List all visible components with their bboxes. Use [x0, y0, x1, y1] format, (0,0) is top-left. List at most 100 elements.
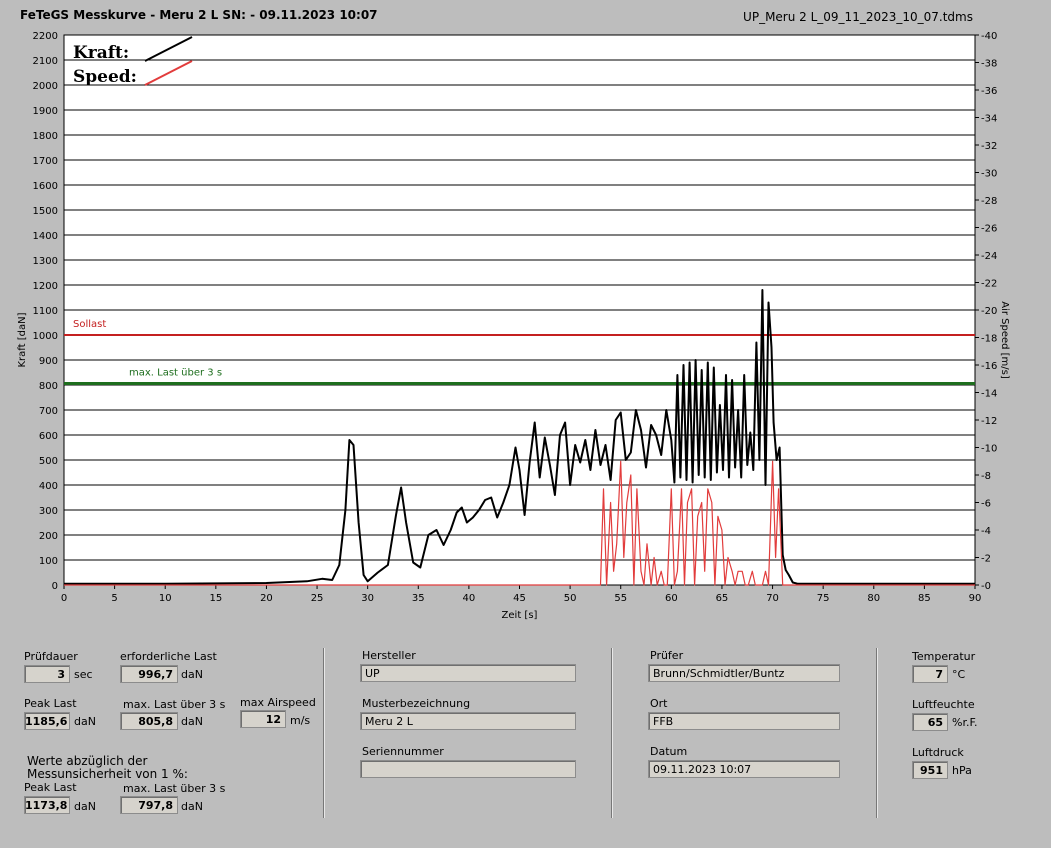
- y2-tick-label: -20: [981, 306, 997, 317]
- y2-tick-label: -2: [981, 554, 991, 565]
- y-tick-label: 900: [39, 356, 58, 367]
- datum-label: Datum: [650, 745, 688, 758]
- x-tick-label: 50: [564, 593, 577, 604]
- y-tick-label: 300: [39, 506, 58, 517]
- y2-tick-label: -34: [981, 114, 997, 125]
- y-tick-label: 700: [39, 406, 58, 417]
- max-last-corr-unit: daN: [181, 800, 203, 813]
- peak-last-corr-unit: daN: [74, 800, 96, 813]
- x-tick-label: 10: [159, 593, 172, 604]
- werte-note-line1: Werte abzüglich der: [27, 754, 148, 768]
- y2-tick-label: -22: [981, 279, 997, 290]
- y2-tick-label: -38: [981, 59, 997, 70]
- x-tick-label: 0: [61, 593, 67, 604]
- x-tick-label: 60: [665, 593, 678, 604]
- x-tick-label: 85: [918, 593, 931, 604]
- y2-tick-label: -28: [981, 196, 997, 207]
- pruefdauer-label: Prüfdauer: [24, 650, 78, 663]
- y-tick-label: 1600: [33, 181, 58, 192]
- panel-separator: [323, 648, 324, 818]
- x-tick-label: 25: [311, 593, 324, 604]
- measurement-chart: 0100200300400500600700800900100011001200…: [17, 31, 1010, 621]
- erf-last-label: erforderliche Last: [120, 650, 217, 663]
- max-airspeed-value: 12: [240, 710, 286, 728]
- y-tick-label: 1000: [33, 331, 58, 342]
- hersteller-label: Hersteller: [362, 649, 416, 662]
- y-axis-label: Kraft [daN]: [17, 312, 28, 367]
- x-tick-label: 20: [260, 593, 273, 604]
- erf-last-value: 996,7: [120, 665, 178, 683]
- y2-tick-label: -0: [981, 581, 991, 592]
- x-tick-label: 35: [412, 593, 425, 604]
- panel-separator: [611, 648, 612, 818]
- legend-label: Kraft:: [73, 43, 129, 63]
- y2-tick-label: -18: [981, 334, 997, 345]
- luftfeuchte-unit: %r.F.: [952, 716, 978, 729]
- y-tick-label: 1100: [33, 306, 58, 317]
- x-tick-label: 55: [614, 593, 627, 604]
- y2-tick-label: -16: [981, 361, 997, 372]
- x-tick-label: 65: [716, 593, 729, 604]
- ort-field[interactable]: FFB: [648, 712, 840, 730]
- y2-tick-label: -14: [981, 389, 997, 400]
- pruefer-label: Prüfer: [650, 649, 684, 662]
- max-last-corr-label: max. Last über 3 s: [123, 782, 226, 795]
- y-tick-label: 1300: [33, 256, 58, 267]
- y-tick-label: 600: [39, 431, 58, 442]
- seriennummer-field[interactable]: [360, 760, 576, 778]
- x-axis-label: Zeit [s]: [502, 610, 538, 621]
- y2-tick-label: -10: [981, 444, 997, 455]
- x-tick-label: 70: [766, 593, 779, 604]
- y-tick-label: 1200: [33, 281, 58, 292]
- temperatur-unit: °C: [952, 668, 966, 681]
- y2-tick-label: -32: [981, 141, 997, 152]
- hersteller-field[interactable]: UP: [360, 664, 576, 682]
- y-tick-label: 1400: [33, 231, 58, 242]
- y-tick-label: 2100: [33, 56, 58, 67]
- luftfeuchte-value: 65: [912, 713, 948, 731]
- y-tick-label: 800: [39, 381, 58, 392]
- y2-tick-label: -8: [981, 471, 991, 482]
- x-tick-label: 90: [969, 593, 982, 604]
- y2-tick-label: -36: [981, 86, 997, 97]
- seriennummer-label: Seriennummer: [362, 745, 444, 758]
- luftfeuchte-label: Luftfeuchte: [912, 698, 975, 711]
- temperatur-label: Temperatur: [912, 650, 976, 663]
- y-tick-label: 0: [52, 581, 58, 592]
- panel-separator: [876, 648, 877, 818]
- max-airspeed-label: max Airspeed: [240, 696, 316, 709]
- y-tick-label: 1700: [33, 156, 58, 167]
- sollast-label: Sollast: [73, 319, 106, 330]
- y-tick-label: 2000: [33, 81, 58, 92]
- luftdruck-unit: hPa: [952, 764, 972, 777]
- y2-tick-label: -26: [981, 224, 997, 235]
- x-tick-label: 40: [463, 593, 476, 604]
- datum-field[interactable]: 09.11.2023 10:07: [648, 760, 840, 778]
- y2-tick-label: -30: [981, 169, 997, 180]
- x-tick-label: 45: [513, 593, 526, 604]
- werte-note-line2: Messunsicherheit von 1 %:: [27, 767, 188, 781]
- legend-label: Speed:: [73, 67, 137, 87]
- y2-tick-label: -4: [981, 526, 991, 537]
- y-tick-label: 500: [39, 456, 58, 467]
- ort-label: Ort: [650, 697, 668, 710]
- luftdruck-label: Luftdruck: [912, 746, 964, 759]
- y-tick-label: 1500: [33, 206, 58, 217]
- max-last-line-label: max. Last über 3 s: [129, 368, 222, 379]
- peak-last-corr-label: Peak Last: [24, 781, 77, 794]
- y2-tick-label: -12: [981, 416, 997, 427]
- pruefer-field[interactable]: Brunn/Schmidtler/Buntz: [648, 664, 840, 682]
- y2-axis-label: Air Speed [m/s]: [999, 301, 1010, 379]
- peak-last-unit: daN: [74, 715, 96, 728]
- pruefdauer-value: 3: [24, 665, 70, 683]
- y2-tick-label: -40: [981, 31, 997, 42]
- x-tick-label: 80: [867, 593, 880, 604]
- peak-last-label: Peak Last: [24, 697, 77, 710]
- luftdruck-value: 951: [912, 761, 948, 779]
- max-last-unit: daN: [181, 715, 203, 728]
- y2-tick-label: -6: [981, 499, 991, 510]
- y2-tick-label: -24: [981, 251, 997, 262]
- musterbezeichnung-field[interactable]: Meru 2 L: [360, 712, 576, 730]
- x-tick-label: 15: [209, 593, 222, 604]
- peak-last-corr-value: 1173,8: [24, 796, 70, 814]
